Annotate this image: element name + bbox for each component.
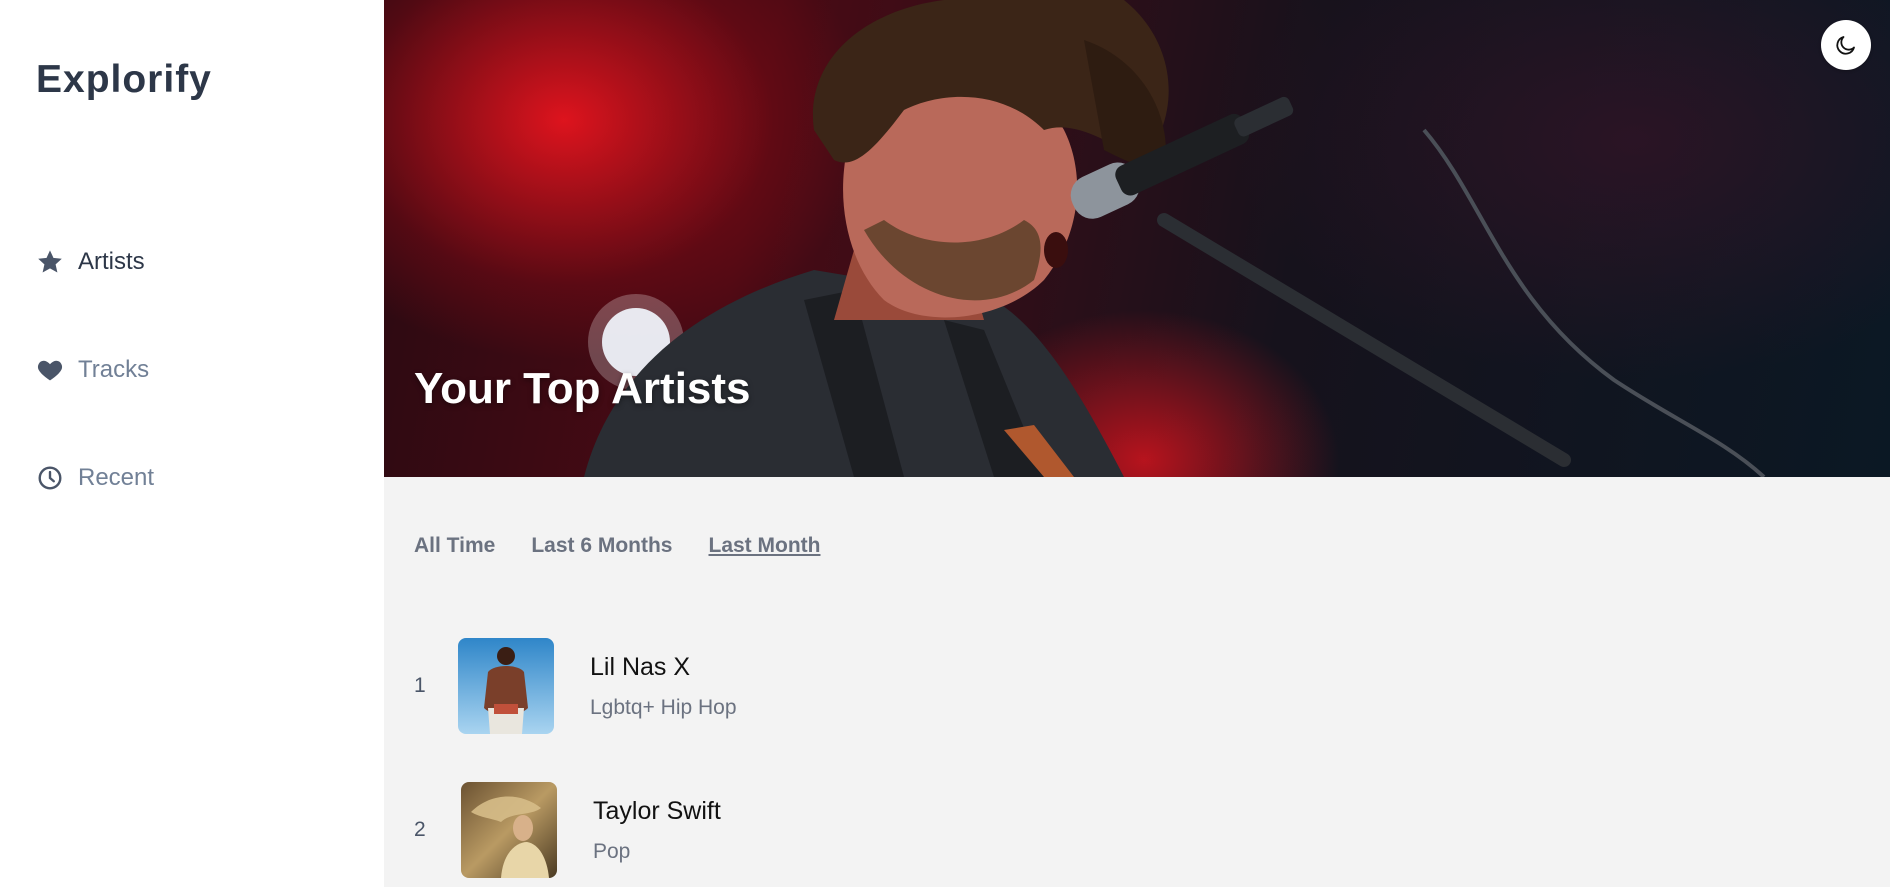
star-icon bbox=[36, 248, 64, 276]
artist-genre: Pop bbox=[593, 839, 631, 863]
artist-image[interactable] bbox=[461, 782, 557, 878]
artist-name[interactable]: Taylor Swift bbox=[593, 797, 721, 826]
filter-all-time[interactable]: All Time bbox=[414, 534, 495, 558]
sidebar-item-label: Artists bbox=[78, 248, 145, 275]
main-content: Your Top Artists All Time Last 6 Months … bbox=[384, 0, 1890, 887]
time-range-filters: All Time Last 6 Months Last Month bbox=[414, 534, 820, 558]
artist-info: Lil Nas X Lgbtq+ Hip Hop bbox=[590, 653, 737, 720]
sidebar-item-recent[interactable]: Recent bbox=[36, 456, 336, 500]
filter-last-6-months[interactable]: Last 6 Months bbox=[531, 534, 672, 558]
app-root: Explorify Artists Tracks Recent Your Top… bbox=[0, 0, 1890, 887]
sidebar-nav: Artists Tracks Recent bbox=[36, 240, 336, 564]
sidebar: Explorify Artists Tracks Recent bbox=[0, 0, 384, 887]
moon-icon bbox=[1836, 36, 1855, 55]
sidebar-item-label: Tracks bbox=[78, 356, 150, 383]
artist-image[interactable] bbox=[458, 638, 554, 734]
rank-number: 2 bbox=[414, 818, 426, 841]
list-item[interactable]: 2 Taylor Swift Pop bbox=[414, 782, 1314, 878]
filter-last-month[interactable]: Last Month bbox=[709, 534, 821, 558]
clock-icon bbox=[36, 464, 64, 492]
theme-toggle-button[interactable] bbox=[1821, 20, 1871, 70]
rank-number: 1 bbox=[414, 674, 426, 697]
app-logo[interactable]: Explorify bbox=[36, 58, 212, 102]
artist-info: Taylor Swift Pop bbox=[593, 797, 721, 864]
sidebar-item-tracks[interactable]: Tracks bbox=[36, 348, 336, 392]
sidebar-item-artists[interactable]: Artists bbox=[36, 240, 336, 284]
list-item[interactable]: 1 Lil Nas X Lgbtq+ Hip Hop bbox=[414, 638, 1314, 734]
hero-banner: Your Top Artists bbox=[384, 0, 1890, 477]
page-title: Your Top Artists bbox=[414, 364, 751, 413]
heart-icon bbox=[36, 356, 64, 384]
sidebar-item-label: Recent bbox=[78, 464, 155, 491]
artist-list: 1 Lil Nas X Lgbtq+ Hip Hop 2 Taylor Swif… bbox=[414, 638, 1314, 887]
artist-name[interactable]: Lil Nas X bbox=[590, 653, 737, 682]
artist-genre: Lgbtq+ Hip Hop bbox=[590, 695, 737, 719]
